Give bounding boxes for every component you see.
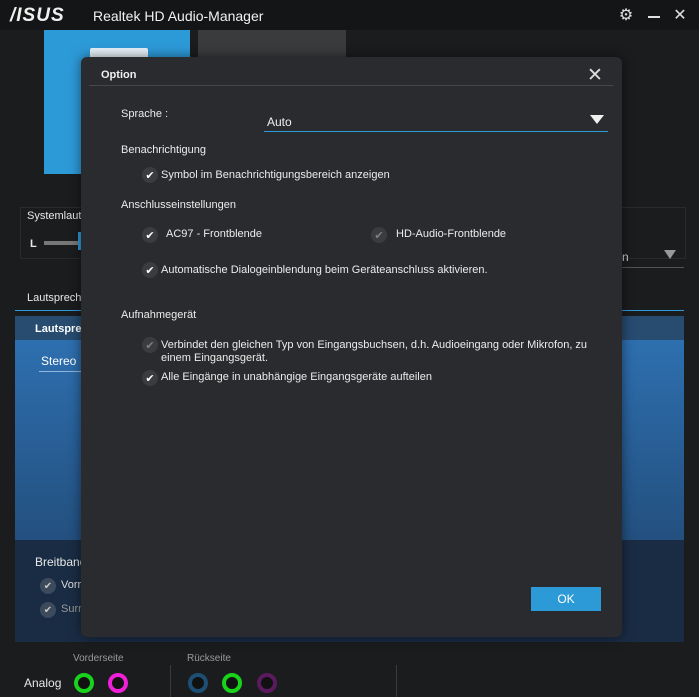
minimize-icon [648, 15, 660, 18]
analog-label: Analog [24, 676, 62, 690]
check-icon: ✔ [145, 264, 155, 277]
jack-divider [396, 665, 397, 697]
front-speaker-checkbox[interactable]: ✔ [40, 578, 56, 594]
language-label: Sprache : [121, 108, 169, 120]
dialog-title: Option [101, 69, 137, 81]
panel-title: Lautspre [35, 323, 82, 335]
tab-speaker-configuration[interactable]: Lautsprech [27, 292, 81, 304]
notification-heading: Benachrichtigung [121, 144, 207, 156]
combine-inputs-label-line2: einem Eingangsgerät. [161, 352, 269, 364]
dropdown-arrow-icon[interactable] [664, 250, 676, 259]
device-tab-microphone[interactable] [198, 30, 346, 60]
auto-popup-checkbox[interactable]: ✔ [142, 262, 158, 278]
broadband-label: Breitband [35, 555, 87, 569]
check-icon: ✔ [145, 372, 155, 385]
tray-icon-checkbox[interactable]: ✔ [142, 167, 158, 183]
check-icon: ✔ [43, 604, 53, 616]
volume-left-label: L [30, 238, 37, 250]
jack-divider [170, 665, 171, 697]
language-select-underline [264, 131, 608, 132]
ok-button[interactable]: OK [531, 587, 601, 611]
connector-settings-heading: Anschlusseinstellungen [121, 199, 236, 211]
language-select[interactable]: Auto [267, 115, 292, 129]
combine-inputs-label-line1: Verbindet den gleichen Typ von Eingangsb… [161, 339, 588, 351]
rear-blue-jack[interactable] [188, 673, 208, 693]
asus-logo: /ISUS [10, 5, 65, 26]
separate-inputs-label: Alle Eingänge in unabhängige Eingangsger… [161, 371, 432, 383]
close-icon: ✕ [673, 7, 687, 24]
minimize-button[interactable] [644, 5, 664, 25]
hd-audio-radio[interactable]: ✔ [371, 227, 387, 243]
surround-checkbox[interactable]: ✔ [40, 602, 56, 618]
dialog-title-separator [89, 85, 613, 86]
recording-device-heading: Aufnahmegerät [121, 309, 197, 321]
hd-audio-label: HD-Audio-Frontblende [396, 228, 507, 240]
ac97-radio[interactable]: ✔ [142, 227, 158, 243]
speaker-config-underline [39, 371, 84, 372]
volume-slider-track[interactable] [44, 241, 82, 245]
background-dropdown-value: n [622, 250, 629, 264]
check-icon: ✔ [145, 169, 155, 182]
separate-inputs-radio[interactable]: ✔ [142, 370, 158, 386]
chevron-down-icon[interactable] [590, 115, 604, 124]
system-volume-label: Systemlaut [27, 210, 82, 222]
front-speaker-label: Vorr [61, 579, 82, 591]
speaker-config-select[interactable]: Stereo [41, 354, 76, 368]
settings-gear-icon[interactable]: ⚙ [616, 5, 636, 25]
check-icon: ✔ [145, 229, 155, 242]
check-icon: ✔ [43, 580, 53, 592]
ac97-label: AC97 - Frontblende [166, 228, 262, 240]
check-icon: ✔ [374, 229, 384, 242]
app-title: Realtek HD Audio-Manager [93, 8, 264, 24]
auto-popup-label: Automatische Dialogeinblendung beim Gerä… [161, 264, 488, 276]
tray-icon-label: Symbol im Benachrichtigungsbereich anzei… [161, 169, 390, 181]
rear-green-jack[interactable] [222, 673, 242, 693]
front-jacks-label: Vorderseite [73, 653, 124, 664]
rear-purple-jack[interactable] [257, 673, 277, 693]
surround-label: Surr [61, 603, 82, 615]
check-icon: ✔ [145, 339, 155, 352]
close-window-button[interactable]: ✕ [670, 5, 690, 25]
combine-inputs-radio[interactable]: ✔ [142, 337, 158, 353]
front-green-jack[interactable] [74, 673, 94, 693]
front-pink-jack[interactable] [108, 673, 128, 693]
back-jacks-label: Rückseite [187, 653, 231, 664]
dialog-close-icon[interactable]: ✕ [587, 66, 603, 85]
